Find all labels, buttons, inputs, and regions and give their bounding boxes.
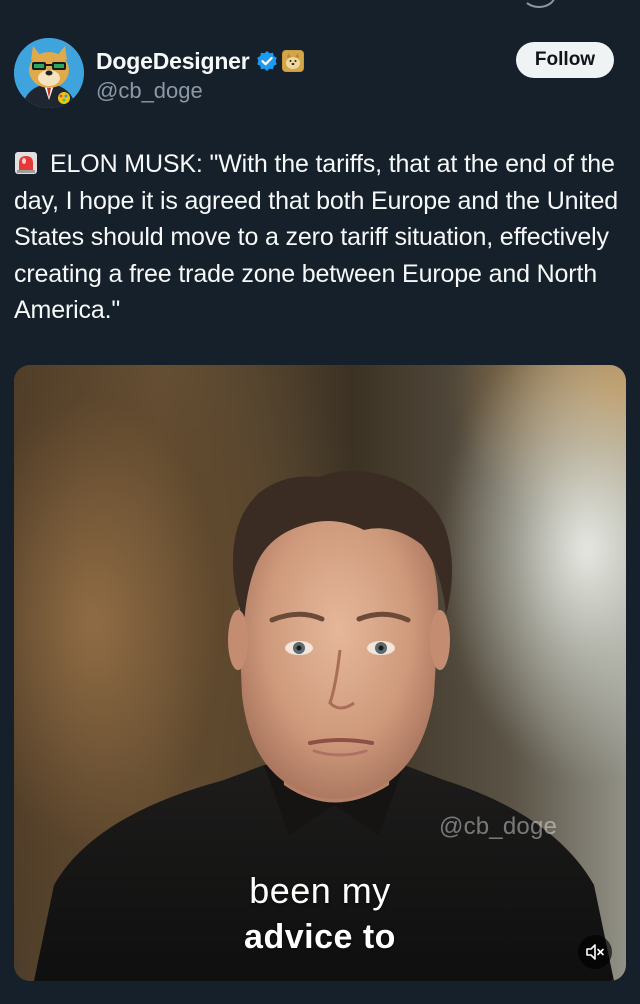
video-caption-line2: advice to [244, 918, 396, 956]
tweet-header: DogeDesigner @cb_doge Follow [14, 38, 626, 110]
doge-badge-icon [281, 50, 304, 72]
tweet-body: ELON MUSK: "With the tariffs, that at th… [14, 150, 619, 324]
author-handle[interactable]: @cb_doge [96, 78, 304, 104]
follow-button[interactable]: Follow [516, 42, 614, 78]
video-player[interactable]: @cb_doge been my advice to [14, 365, 626, 981]
speaker-muted-icon [586, 944, 604, 960]
tweet-text: ELON MUSK: "With the tariffs, that at th… [14, 146, 626, 329]
display-name-row: DogeDesigner [96, 46, 304, 76]
mute-button[interactable] [578, 935, 612, 969]
video-caption-line1: been my [249, 870, 391, 911]
siren-icon [15, 152, 37, 174]
doge-avatar-icon[interactable] [14, 38, 84, 108]
display-name[interactable]: DogeDesigner [96, 48, 250, 75]
verified-badge-icon [256, 51, 277, 71]
video-watermark: @cb_doge [439, 813, 558, 840]
author-info: DogeDesigner @cb_doge [96, 46, 304, 104]
top-partial-icon [522, 0, 556, 8]
